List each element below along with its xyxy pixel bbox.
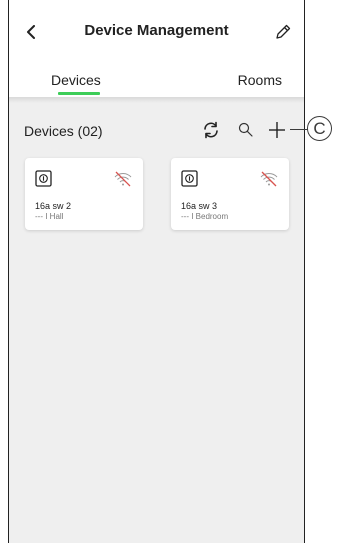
devices-count-label: Devices (02) <box>24 123 103 139</box>
device-card[interactable]: 16a sw 3 --- I Bedroom <box>171 158 289 230</box>
active-tab-indicator <box>58 92 100 95</box>
page-title: Device Management <box>84 22 229 39</box>
refresh-button[interactable] <box>199 118 223 142</box>
pencil-icon <box>276 24 291 39</box>
device-room: --- I Hall <box>35 212 64 221</box>
switch-device-icon <box>35 170 52 187</box>
search-button[interactable] <box>234 118 258 142</box>
switch-device-icon <box>181 170 198 187</box>
device-management-screen: Device Management Devices Rooms Devices … <box>8 0 305 543</box>
device-room: --- I Bedroom <box>181 212 229 221</box>
device-name: 16a sw 2 <box>35 201 72 211</box>
callout-line <box>290 129 308 130</box>
device-card[interactable]: 16a sw 2 --- I Hall <box>25 158 143 230</box>
wifi-off-icon <box>260 171 278 187</box>
wifi-off-icon <box>114 171 132 187</box>
callout-label-c: C <box>307 116 332 141</box>
plus-icon <box>269 122 285 138</box>
edit-button[interactable] <box>272 20 294 44</box>
device-name: 16a sw 3 <box>181 201 218 211</box>
search-icon <box>238 122 253 137</box>
tab-rooms[interactable]: Rooms <box>238 72 282 88</box>
refresh-icon <box>204 121 218 139</box>
header-shadow <box>9 97 304 103</box>
add-device-button[interactable] <box>265 118 289 142</box>
app-header: Device Management Devices Rooms <box>9 0 304 97</box>
tab-devices[interactable]: Devices <box>51 72 101 88</box>
